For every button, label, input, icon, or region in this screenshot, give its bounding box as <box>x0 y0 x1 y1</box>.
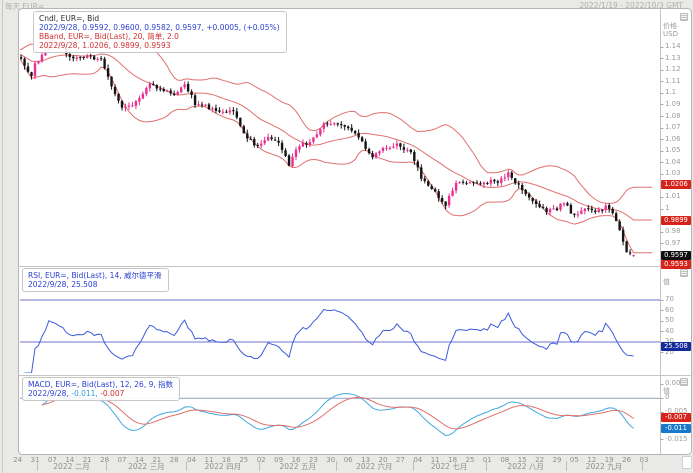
macd-panel-menu-icon[interactable] <box>680 378 688 386</box>
y-tick-label: 1.01 <box>665 193 681 200</box>
y-tick-label: 1.14 <box>665 43 681 50</box>
y-tick-label: 1.05 <box>665 147 681 154</box>
macd-panel-legend[interactable]: MACD, EUR=, Bid(Last), 12, 26, 9, 指数 202… <box>22 377 180 401</box>
month-separator-tick <box>186 461 187 471</box>
y-tick-label: 70 <box>665 296 674 303</box>
bband-upper-price-badge: 1.0206 <box>661 180 691 189</box>
month-separator-tick <box>413 461 414 471</box>
main-panel-menu-icon[interactable] <box>680 13 688 21</box>
rsi-series-label: RSI, EUR=, Bid(Last), 14, 威尔德平滑 <box>28 271 162 280</box>
month-separator-tick <box>642 461 643 471</box>
y-tick-label: 1 <box>665 205 669 212</box>
y-tick-label: -0.015 <box>665 436 688 443</box>
y-tick-label: 1.12 <box>665 66 681 73</box>
rsi-panel-legend[interactable]: RSI, EUR=, Bid(Last), 14, 威尔德平滑 2022/9/2… <box>22 268 169 292</box>
macd-values: 2022/9/28, -0.011, -0.007 <box>28 389 173 398</box>
axis-corner <box>682 456 692 469</box>
macd-line-value: -0.011, <box>71 389 98 398</box>
x-day-label: 03 <box>637 456 651 464</box>
y-tick-label: 1.1 <box>665 89 676 96</box>
month-separator-tick <box>106 461 107 471</box>
bband-middle-price-badge: 0.9899 <box>661 216 691 225</box>
month-separator-tick <box>336 461 337 471</box>
month-separator-tick <box>566 461 567 471</box>
y-tick-label: 1.09 <box>665 101 681 108</box>
macd-series-label: MACD, EUR=, Bid(Last), 12, 26, 9, 指数 <box>28 380 173 389</box>
x-day-label: 24 <box>11 456 25 464</box>
x-month-label: 2022 九月 <box>569 462 639 471</box>
y-tick-label: 0.98 <box>665 228 681 235</box>
y-tick-label: 1.03 <box>665 170 681 177</box>
bband-series-label: BBand, EUR=, Bid(Last), 20, 简单, 2.0 <box>39 32 280 41</box>
month-separator-tick <box>37 461 38 471</box>
last-price-badge: 0.9597 <box>661 251 691 260</box>
y-tick-label: 1.07 <box>665 124 681 131</box>
chart-date-range-label: 2022/1/19 - 2022/10/3 GMT <box>579 1 683 10</box>
y-tick-label: 60 <box>665 307 674 314</box>
x-month-label: 2022 五月 <box>263 462 333 471</box>
y-tick-label: 50 <box>665 317 674 324</box>
x-month-label: 2022 四月 <box>188 462 258 471</box>
macd-date: 2022/9/28, <box>28 389 69 398</box>
month-separator-tick <box>486 461 487 471</box>
bband-values: 2022/9/28, 1.0206, 0.9899, 0.9593 <box>39 41 280 50</box>
y-tick-label: 1.13 <box>665 55 681 62</box>
y-tick-label: 1.08 <box>665 113 681 120</box>
main-panel-legend[interactable]: Cndl, EUR=, Bid 2022/9/28, 0.9592, 0.960… <box>33 11 287 53</box>
macd-signal-value: -0.007 <box>100 389 124 398</box>
rsi-panel-menu-icon[interactable] <box>680 269 688 277</box>
y-tick-label: 1.11 <box>665 78 681 85</box>
rsi-axis-title: 值 <box>663 277 670 287</box>
month-separator-tick <box>259 461 260 471</box>
x-month-label: 2022 二月 <box>37 462 107 471</box>
x-month-label: 2022 三月 <box>111 462 181 471</box>
rsi-value: 2022/9/28, 25.508 <box>28 280 162 289</box>
x-month-label: 2022 八月 <box>491 462 561 471</box>
macd-axis-title: 值 <box>663 386 670 396</box>
y-tick-label: 40 <box>665 328 674 335</box>
y-tick-label: 1.06 <box>665 136 681 143</box>
candle-series-label: Cndl, EUR=, Bid <box>39 14 280 23</box>
candle-ohlc-values: 2022/9/28, 0.9592, 0.9600, 0.9582, 0.959… <box>39 23 280 32</box>
y-tick-label: 0.97 <box>665 240 681 247</box>
macd-signal-badge: -0.007 <box>661 413 691 422</box>
bband-lower-price-badge: 0.9593 <box>661 260 691 269</box>
macd-value-badge: -0.011 <box>661 424 691 433</box>
price-axis-unit: USD <box>663 30 678 38</box>
chart-application-window: 每天 EUR= 2022/1/19 - 2022/10/3 GMT Cndl, … <box>0 0 693 473</box>
rsi-value-badge: 25.508 <box>661 342 691 351</box>
price-chart-canvas[interactable] <box>0 0 693 473</box>
y-tick-label: 1.04 <box>665 159 681 166</box>
x-month-label: 2022 七月 <box>414 462 484 471</box>
x-month-label: 2022 六月 <box>339 462 409 471</box>
